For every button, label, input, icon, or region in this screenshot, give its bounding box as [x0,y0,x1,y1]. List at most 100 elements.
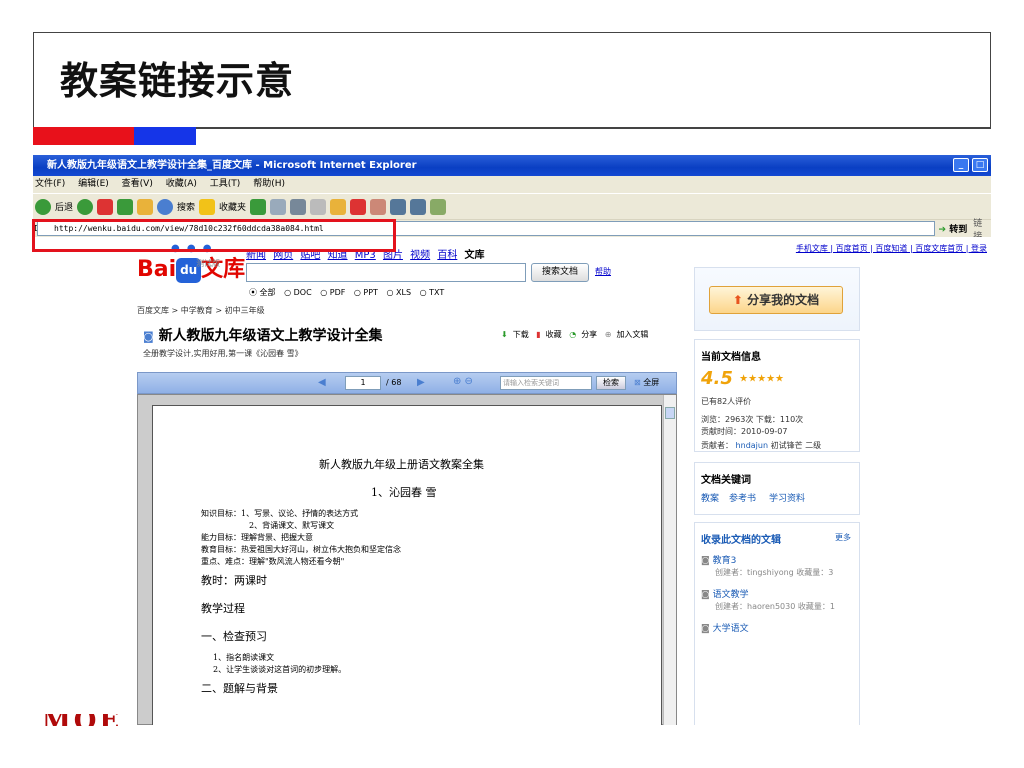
filter-all[interactable]: ⦿ 全部 [249,288,276,297]
view-download-stats: 浏览：2963次 下载：110次 [701,415,804,424]
doc-section: 二、题解与背景 [201,682,278,695]
search-button[interactable]: 搜索 [177,200,195,213]
document-viewer[interactable]: 新人教版九年级上册语文教案全集 1、沁园春 雪 知识目标：1、写景、议论、抒情的… [137,394,677,725]
document-title-text: 新人教版九年级语文上教学设计全集 [158,328,383,344]
search-input[interactable] [246,263,526,282]
favorite-link[interactable]: 收藏 [546,330,562,339]
doc-search-input[interactable]: 请输入检索关键词 [500,376,592,390]
page-total: / 68 [386,378,402,387]
favorites-button[interactable]: 收藏夹 [219,200,246,213]
menu-tools[interactable]: 工具(T) [210,179,241,189]
upload-arrow-icon: ⬆ [732,293,743,307]
mail-icon[interactable] [270,198,287,215]
contributor-name[interactable]: hndajun [736,441,768,450]
slide-title: 教案链接示意 [60,59,295,103]
nav-video[interactable]: 视频 [410,250,430,261]
collection-icon: ◙ [701,590,710,600]
scrollbar-thumb[interactable] [665,407,675,419]
edit-icon[interactable] [310,198,327,215]
collection-icon: ⊕ [604,330,612,339]
moe-logo: MOE [42,714,122,726]
search-icon[interactable] [157,198,174,215]
folder-icon[interactable] [330,198,347,215]
messenger-icon[interactable] [390,198,407,215]
review-count: 已有82人评价 [701,397,752,406]
more-link[interactable]: 更多 [835,532,851,543]
menu-view[interactable]: 查看(V) [122,179,153,189]
menu-favorites[interactable]: 收藏(A) [166,179,197,189]
keyword-link[interactable]: 学习资料 [769,491,805,504]
breadcrumb[interactable]: 百度文库 > 中学教育 > 初中三年级 [137,305,265,316]
sidebar: ⬆ 分享我的文档 当前文档信息 4.5 ★★★★★ 已有82人评价 浏览：296… [694,267,860,725]
maximize-button[interactable]: □ [972,158,988,172]
addon-icon[interactable] [430,198,447,215]
menu-edit[interactable]: 编辑(E) [78,179,109,189]
doc-search-button[interactable]: 检索 [596,376,626,390]
add-to-collection-link[interactable]: 加入文辑 [616,330,648,339]
menu-file[interactable]: 文件(F) [35,179,65,189]
keyword-link[interactable]: 教案 [701,491,719,504]
refresh-icon[interactable] [117,198,134,215]
beta-label: 测试版 [196,259,220,268]
keywords-title: 文档关键词 [701,475,751,486]
fullscreen-icon: ⊠ [634,378,641,387]
share-document-button[interactable]: ⬆ 分享我的文档 [709,286,843,314]
fullscreen-button[interactable]: ⊠ 全屏 [634,377,659,388]
search-docs-button[interactable]: 搜索文档 [531,263,589,282]
share-icon: ◔ [569,330,577,339]
filter-ppt[interactable]: ○ PPT [354,288,378,297]
minimize-button[interactable]: _ [953,158,969,172]
back-icon[interactable] [35,198,51,215]
pen-icon[interactable] [370,198,387,215]
pdf-icon[interactable] [350,198,367,215]
collection-item[interactable]: ◙ 大学语文 [701,621,749,634]
menu-help[interactable]: 帮助(H) [253,179,285,189]
filter-pdf[interactable]: ○ PDF [320,288,345,297]
filter-txt[interactable]: ○ TXT [420,288,445,297]
history-icon[interactable] [250,198,267,215]
contrib-time: 贡献时间：2010-09-07 [701,427,788,436]
share-link[interactable]: 分享 [581,330,597,339]
doc-line: 能力目标：理解背景、把握大意 [201,533,313,542]
rating: 4.5 ★★★★★ [701,368,784,389]
document-scrollbar[interactable] [663,395,676,725]
logo-bai: Bai [137,257,177,282]
viewer-toolbar: ◀ 1 / 68 ▶ ⊕ ⊖ 请输入检索关键词 检索 ⊠ 全屏 [137,372,677,394]
next-page-icon[interactable]: ▶ [417,377,425,388]
contributor-label: 贡献者： [701,441,733,450]
print-icon[interactable] [290,198,307,215]
share-panel: ⬆ 分享我的文档 [694,267,860,331]
zoom-icon[interactable]: ⊕ ⊖ [453,376,473,387]
filter-xls[interactable]: ○ XLS [386,288,411,297]
collection-item[interactable]: ◙ 教育3 [701,553,736,566]
collections-title: 收录此文档的文辑 [701,535,781,546]
divider-line [196,127,991,129]
stop-icon[interactable] [97,198,114,215]
toolbar: 后退 搜索 收藏夹 [33,193,991,219]
doc-item: 2、让学生谈谈对这首词的初步理解。 [213,665,347,674]
help-link[interactable]: 帮助 [595,266,611,277]
collection-meta: 创建者：haoren5030 收藏量：1 [715,602,835,611]
go-button[interactable]: ➔ 转到 [939,222,968,235]
document-subtitle: 全册教学设计,实用好用,第一课《沁园春 雪》 [143,349,303,358]
nav-baike[interactable]: 百科 [437,250,457,261]
filter-doc[interactable]: ○ DOC [284,288,312,297]
doc-line: 知识目标：1、写景、议论、抒情的表达方式 [201,509,359,518]
download-link[interactable]: 下载 [513,330,529,339]
window-title: 新人教版九年级语文上教学设计全集_百度文库 - Microsoft Intern… [47,160,417,171]
accent-bar-blue [134,127,196,145]
top-links[interactable]: 手机文库 | 百度首页 | 百度知道 | 百度文库首页 | 登录 [796,243,987,254]
go-label: 转到 [949,225,968,235]
home-icon[interactable] [137,198,154,215]
forward-icon[interactable] [77,198,94,215]
prev-page-icon[interactable]: ◀ [318,377,326,388]
back-button[interactable]: 后退 [55,200,73,213]
doc-heading: 新人教版九年级上册语文教案全集 [319,458,484,471]
collection-item[interactable]: ◙ 语文教学 [701,587,749,600]
page-number-input[interactable]: 1 [345,376,381,390]
research-icon[interactable] [410,198,427,215]
favorites-icon[interactable] [199,198,216,215]
wenku-logo[interactable]: Bai du 文库 [137,251,245,283]
keyword-link[interactable]: 参考书 [729,491,756,504]
doc-section: 一、检查预习 [201,630,267,643]
